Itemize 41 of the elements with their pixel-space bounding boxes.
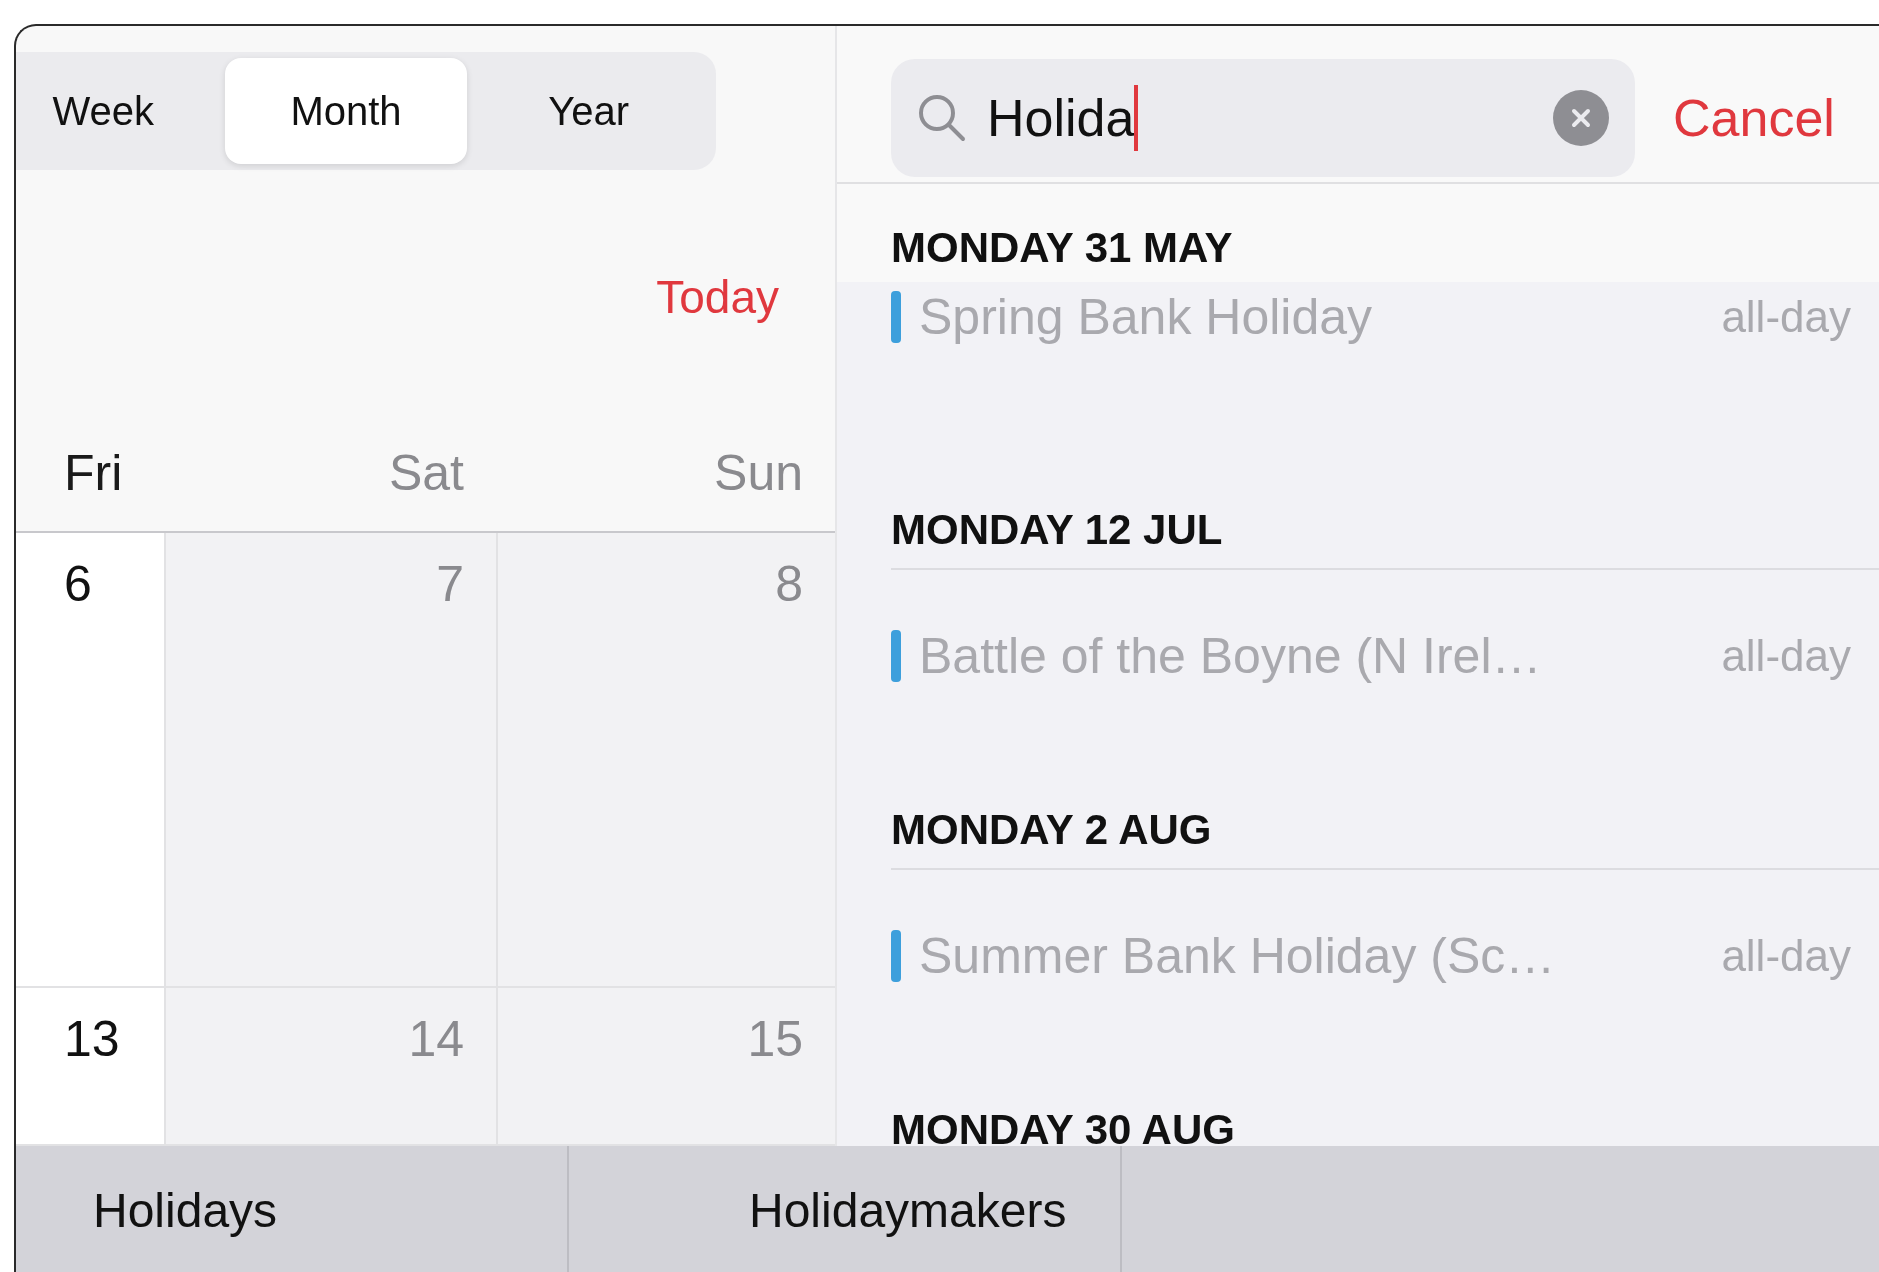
event-title: Battle of the Boyne (N Irel… [919,627,1542,685]
day-number: 14 [408,1010,464,1069]
word-suggestion[interactable]: Holidays [93,1182,278,1238]
day-number: 7 [436,555,464,614]
word-suggestion[interactable]: Holidaymakers [749,1182,1067,1238]
event-time: all-day [1721,931,1851,981]
event-time: all-day [1721,631,1851,681]
day-number: 8 [775,555,803,614]
view-tab[interactable]: Week [16,58,225,164]
day-cell[interactable]: 15 [496,988,835,1144]
search-result[interactable]: Summer Bank Holiday (Sc… all-day [837,870,1879,1042]
day-cell[interactable]: 13 [16,988,164,1144]
day-cell[interactable]: 14 [164,988,496,1144]
cancel-button[interactable]: Cancel [1673,88,1835,148]
search-icon [917,93,967,143]
date-header: MONDAY 12 JUL [891,506,1223,553]
search-field[interactable]: Holida [891,59,1635,177]
weekday-label: Fri [63,444,124,503]
event-time: all-day [1721,292,1851,342]
date-header: MONDAY 2 AUG [891,806,1212,853]
day-number: 6 [64,555,92,614]
clear-button[interactable] [1553,90,1609,146]
search-result[interactable]: Battle of the Boyne (N Irel… all-day [837,570,1879,742]
weekday-label: Sun [713,444,804,503]
weekday-label: Sat [387,444,465,503]
event-title: Spring Bank Holiday [919,288,1373,346]
day-cell[interactable]: 8 [496,533,835,987]
close-icon [1570,107,1592,129]
search-query: Holida [987,88,1135,148]
day-number: 13 [64,1010,120,1069]
view-tab[interactable]: Month [224,58,468,164]
date-header: MONDAY 31 MAY [891,224,1233,271]
event-title: Summer Bank Holiday (Sc… [919,927,1556,985]
day-cell[interactable]: 7 [164,533,496,987]
today-button[interactable]: Today [656,270,779,324]
day-cell[interactable]: 6 [16,533,164,987]
day-number: 15 [747,1010,803,1069]
search-result[interactable]: Spring Bank Holiday all-day [837,282,1879,442]
view-tab[interactable]: Year [467,58,710,164]
text-cursor [1134,85,1139,151]
date-header: MONDAY 30 AUG [891,1106,1235,1146]
